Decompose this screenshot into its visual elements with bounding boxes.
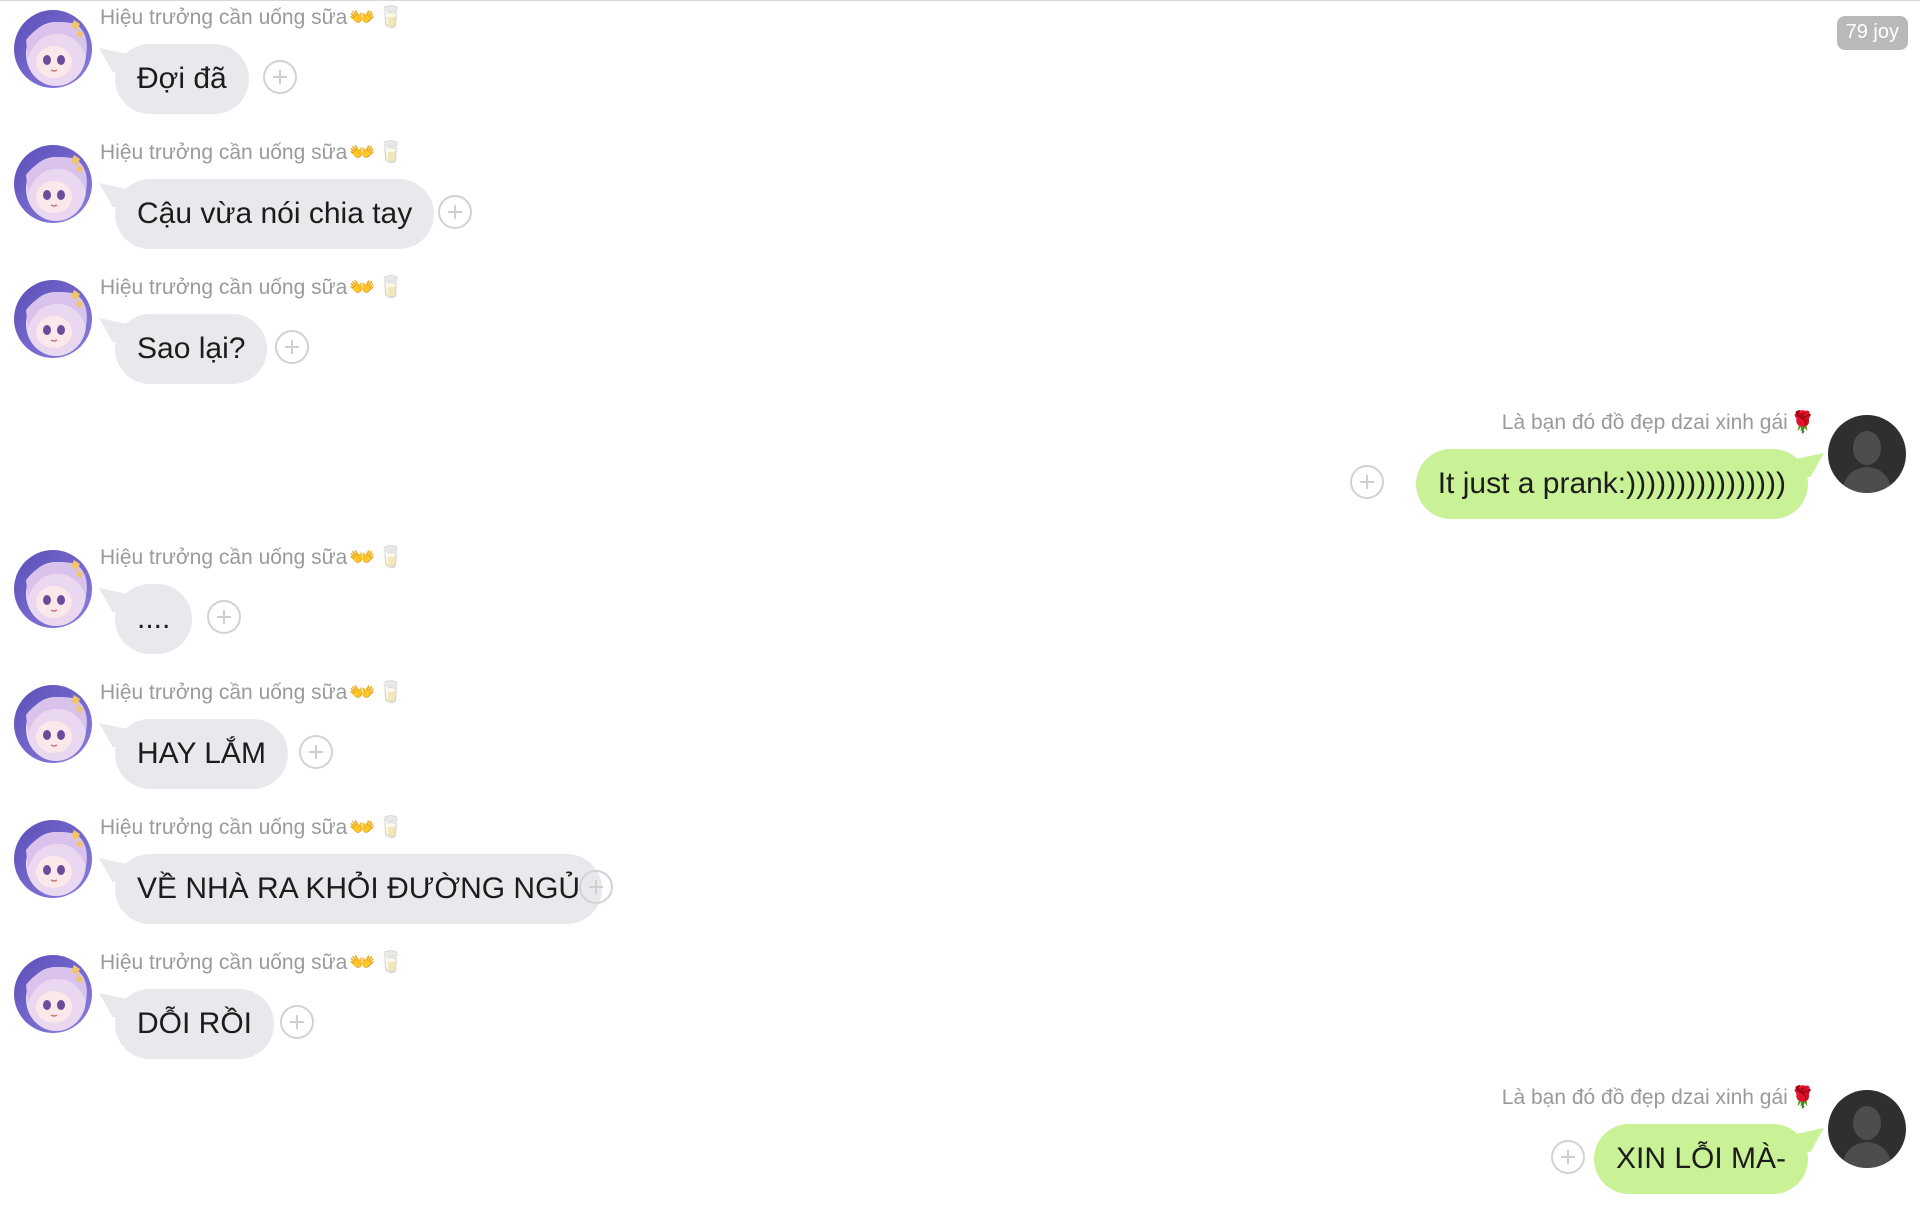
top-divider bbox=[0, 0, 1920, 1]
avatar[interactable] bbox=[14, 280, 92, 358]
sender-name-text: Hiệu trưởng cần uống sữa bbox=[100, 546, 348, 569]
sender-name-text: Là bạn đó đồ đẹp dzai xinh gái bbox=[1501, 411, 1788, 434]
message-text: Cậu vừa nói chia tay bbox=[137, 197, 413, 230]
plus-icon bbox=[307, 743, 325, 761]
incoming-message: Hiệu trưởng cần uống sữa 👐 🥛 Cậu vừa nói ch… bbox=[0, 141, 900, 261]
sender-name-text: Hiệu trưởng cần uống sữa bbox=[100, 951, 348, 974]
plus-icon bbox=[1559, 1148, 1577, 1166]
sender-name-text: Hiệu trưởng cần uống sữa bbox=[100, 276, 348, 299]
avatar[interactable] bbox=[14, 955, 92, 1033]
avatar[interactable] bbox=[1828, 1090, 1906, 1168]
plus-icon bbox=[215, 608, 233, 626]
sender-name: Hiệu trưởng cần uống sữa 👐 🥛 bbox=[100, 546, 404, 570]
incoming-message: Hiệu trưởng cần uống sữa 👐 🥛 Đợi đã bbox=[0, 6, 900, 126]
message-bubble[interactable]: .... bbox=[115, 584, 193, 654]
sender-name-text: Là bạn đó đồ đẹp dzai xinh gái bbox=[1501, 1086, 1788, 1109]
sender-emoji: 👐 bbox=[349, 546, 376, 569]
sender-name: Hiệu trưởng cần uống sữa 👐 🥛 bbox=[100, 951, 404, 975]
incoming-message: Hiệu trưởng cần uống sữa 👐 🥛 DỖI RỒI bbox=[0, 951, 900, 1071]
sender-emoji: 🥛 bbox=[377, 6, 404, 29]
sender-name: Là bạn đó đồ đẹp dzai xinh gái 🌹 bbox=[1502, 411, 1816, 435]
plus-icon bbox=[587, 878, 605, 896]
plus-icon bbox=[446, 203, 464, 221]
avatar[interactable] bbox=[14, 145, 92, 223]
sender-name: Hiệu trưởng cần uống sữa 👐 🥛 bbox=[100, 276, 404, 300]
plus-icon bbox=[1358, 473, 1376, 491]
sender-emoji: 🌹 bbox=[1789, 411, 1816, 434]
message-text: .... bbox=[137, 602, 171, 635]
sender-emoji: 👐 bbox=[349, 276, 376, 299]
message-text: Sao lại? bbox=[137, 332, 246, 365]
sender-name-text: Hiệu trưởng cần uống sữa bbox=[100, 6, 348, 29]
incoming-message: Hiệu trưởng cần uống sữa 👐 🥛.... bbox=[0, 546, 900, 666]
plus-icon bbox=[271, 68, 289, 86]
joy-count-badge: 79 joy bbox=[1836, 16, 1908, 50]
add-reaction-button[interactable] bbox=[438, 195, 472, 229]
message-text: DỖI RỒI bbox=[137, 1007, 253, 1040]
sender-emoji: 🥛 bbox=[377, 951, 404, 974]
message-bubble[interactable]: Sao lại? bbox=[115, 314, 268, 384]
message-bubble[interactable]: It just a prank:)))))))))))))))) bbox=[1415, 449, 1808, 519]
sender-name-text: Hiệu trưởng cần uống sữa bbox=[100, 141, 348, 164]
sender-emoji: 👐 bbox=[349, 141, 376, 164]
sender-emoji: 🥛 bbox=[377, 816, 404, 839]
avatar[interactable] bbox=[14, 685, 92, 763]
message-text: Đợi đã bbox=[137, 62, 227, 95]
outgoing-message: Là bạn đó đồ đẹp dzai xinh gái 🌹 XIN LỖI M… bbox=[1020, 1086, 1920, 1206]
add-reaction-button[interactable] bbox=[579, 870, 613, 904]
sender-emoji: 🥛 bbox=[377, 681, 404, 704]
message-bubble[interactable]: Cậu vừa nói chia tay bbox=[115, 179, 435, 249]
message-text: HAY LẮM bbox=[137, 737, 266, 770]
sender-emoji: 🥛 bbox=[377, 276, 404, 299]
sender-name: Hiệu trưởng cần uống sữa 👐 🥛 bbox=[100, 816, 404, 840]
message-text: VỀ NHÀ RA KHỎI ĐƯỜNG NGỦ bbox=[137, 872, 581, 905]
sender-emoji: 🥛 bbox=[377, 141, 404, 164]
avatar[interactable] bbox=[14, 820, 92, 898]
incoming-message: Hiệu trưởng cần uống sữa 👐 🥛 VỀ NHÀ RA KHỎI… bbox=[0, 816, 900, 936]
sender-name: Hiệu trưởng cần uống sữa 👐 🥛 bbox=[100, 6, 404, 30]
sender-name: Hiệu trưởng cần uống sữa 👐 🥛 bbox=[100, 141, 404, 165]
sender-name-text: Hiệu trưởng cần uống sữa bbox=[100, 816, 348, 839]
outgoing-message: Là bạn đó đồ đẹp dzai xinh gái 🌹 It just a… bbox=[1020, 411, 1920, 531]
plus-icon bbox=[283, 338, 301, 356]
add-reaction-button[interactable] bbox=[1350, 465, 1384, 499]
sender-name: Hiệu trưởng cần uống sữa 👐 🥛 bbox=[100, 681, 404, 705]
add-reaction-button[interactable] bbox=[275, 330, 309, 364]
sender-emoji: 👐 bbox=[349, 6, 376, 29]
avatar[interactable] bbox=[14, 550, 92, 628]
sender-name-text: Hiệu trưởng cần uống sữa bbox=[100, 681, 348, 704]
add-reaction-button[interactable] bbox=[1551, 1140, 1585, 1174]
add-reaction-button[interactable] bbox=[207, 600, 241, 634]
sender-name: Là bạn đó đồ đẹp dzai xinh gái 🌹 bbox=[1502, 1086, 1816, 1110]
message-text: It just a prank:)))))))))))))))) bbox=[1437, 467, 1786, 500]
add-reaction-button[interactable] bbox=[263, 60, 297, 94]
message-bubble[interactable]: DỖI RỒI bbox=[115, 989, 275, 1059]
message-text: XIN LỖI MÀ- bbox=[1615, 1142, 1786, 1175]
avatar[interactable] bbox=[14, 10, 92, 88]
incoming-message: Hiệu trưởng cần uống sữa 👐 🥛 HAY LẮM bbox=[0, 681, 900, 801]
sender-emoji: 👐 bbox=[349, 816, 376, 839]
sender-emoji: 🌹 bbox=[1789, 1086, 1816, 1109]
sender-emoji: 👐 bbox=[349, 681, 376, 704]
sender-emoji: 👐 bbox=[349, 951, 376, 974]
sender-emoji: 🥛 bbox=[377, 546, 404, 569]
message-bubble[interactable]: HAY LẮM bbox=[115, 719, 288, 789]
message-bubble[interactable]: Đợi đã bbox=[115, 44, 249, 114]
avatar[interactable] bbox=[1828, 415, 1906, 493]
message-bubble[interactable]: VỀ NHÀ RA KHỎI ĐƯỜNG NGỦ bbox=[115, 854, 603, 924]
add-reaction-button[interactable] bbox=[299, 735, 333, 769]
message-bubble[interactable]: XIN LỖI MÀ- bbox=[1593, 1124, 1808, 1194]
plus-icon bbox=[288, 1013, 306, 1031]
add-reaction-button[interactable] bbox=[280, 1005, 314, 1039]
incoming-message: Hiệu trưởng cần uống sữa 👐 🥛 Sao lại? bbox=[0, 276, 900, 396]
